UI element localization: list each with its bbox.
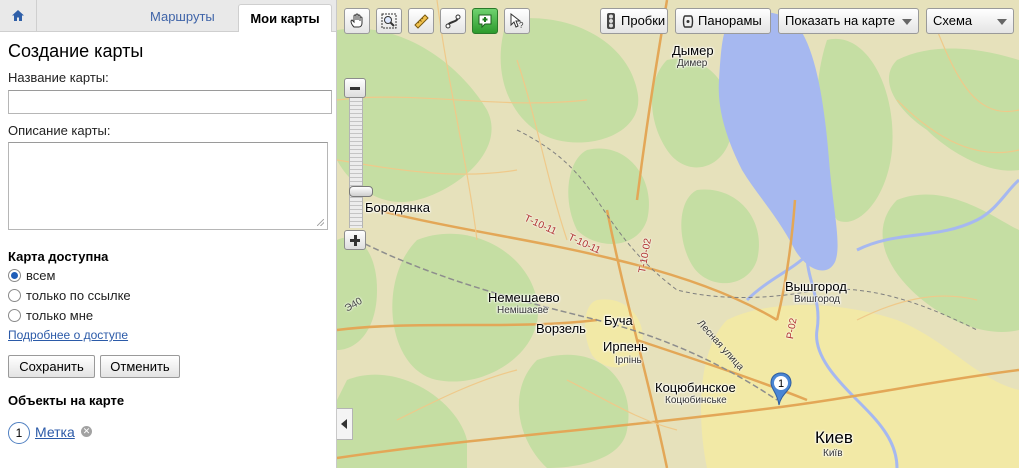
home-tab[interactable] (0, 0, 37, 31)
map-name-input[interactable] (8, 90, 332, 114)
ruler-icon (414, 14, 429, 29)
traffic-light-icon (607, 13, 615, 29)
map-description-label: Описание карты: (8, 123, 111, 138)
delete-object-icon[interactable]: ✕ (81, 426, 92, 437)
info-pointer-tool-button[interactable]: ? (504, 8, 530, 34)
tab-routes[interactable]: Маршруты (150, 9, 215, 24)
magnifier-icon (381, 13, 397, 29)
map-label-dymer: Дымер (672, 43, 714, 58)
ruler-tool-button[interactable] (408, 8, 434, 34)
map-label-kotsyubinskoe: Коцюбинское (655, 380, 736, 395)
access-radio-me[interactable] (8, 309, 21, 322)
map-label-nemeshaevo: Немешаево (488, 290, 560, 305)
zoom-area-tool-button[interactable] (376, 8, 402, 34)
access-option-me-label[interactable]: только мне (26, 308, 93, 323)
objects-title: Объекты на карте (8, 393, 125, 408)
map-label-kiev-ua: Київ (823, 448, 843, 459)
map-label-bucha: Буча (604, 313, 633, 328)
access-radio-link[interactable] (8, 289, 21, 302)
pointer-question-icon: ? (510, 13, 524, 29)
page-title: Создание карты (8, 41, 144, 61)
route-tool-button[interactable] (440, 8, 466, 34)
zoom-slider-thumb[interactable] (349, 186, 373, 197)
access-option-all-label[interactable]: всем (26, 268, 55, 283)
traffic-button[interactable]: Пробки (600, 8, 668, 34)
map-label-vorzel: Ворзель (536, 321, 586, 336)
map-label-dymer-ua: Димер (677, 58, 708, 69)
add-placemark-tool-button[interactable] (472, 8, 498, 34)
drag-tool-button[interactable] (344, 8, 370, 34)
zoom-in-button[interactable] (344, 230, 366, 250)
save-button[interactable]: Сохранить (8, 355, 95, 378)
map-label-vyshgorod-ua: Вишгород (794, 294, 841, 305)
sidebar-panel: Маршруты Мои карты Создание карты Назван… (0, 0, 337, 468)
object-number-badge: 1 (8, 422, 30, 444)
placemark-icon[interactable]: 1 (770, 372, 792, 406)
traffic-label: Пробки (621, 13, 666, 28)
map-layer-label: Схема (933, 13, 973, 28)
resize-grip-icon[interactable] (317, 219, 324, 226)
route-icon (445, 14, 461, 29)
show-on-map-label: Показать на карте (785, 13, 896, 28)
map-label-vyshgorod: Вышгород (785, 279, 847, 294)
tab-my-maps[interactable]: Мои карты (238, 4, 332, 32)
hand-icon (350, 13, 363, 28)
show-on-map-dropdown[interactable]: Показать на карте (778, 8, 919, 34)
map-label-kiev: Киев (815, 428, 853, 447)
map-label-nemeshaevo-ua: Немішаєве (497, 305, 549, 316)
placemark-add-icon (478, 14, 492, 29)
zoom-out-button[interactable] (344, 78, 366, 98)
placemark-number: 1 (778, 378, 784, 390)
chevron-down-icon (902, 19, 912, 25)
panoramas-label: Панорамы (698, 13, 762, 28)
panoramas-button[interactable]: Панорамы (675, 8, 771, 34)
map-layer-dropdown[interactable]: Схема (926, 8, 1014, 34)
cancel-button[interactable]: Отменить (100, 355, 180, 378)
svg-text:?: ? (519, 21, 524, 29)
map-label-irpen: Ирпень (603, 339, 648, 354)
access-option-link-label[interactable]: только по ссылке (26, 288, 131, 303)
map-label-kotsyubinskoe-ua: Коцюбинське (665, 395, 727, 406)
home-icon (12, 10, 24, 21)
map-name-label: Название карты: (8, 70, 109, 85)
panorama-icon (682, 15, 694, 28)
map-description-textarea[interactable] (8, 142, 328, 230)
access-radio-all[interactable] (8, 269, 21, 282)
map-label-borodyanka: Бородянка (365, 200, 430, 215)
tab-bar: Маршруты Мои карты (0, 0, 336, 32)
zoom-control[interactable] (344, 78, 373, 250)
chevron-down-icon (997, 19, 1007, 25)
zoom-slider-track[interactable] (349, 98, 373, 228)
access-title: Карта доступна (8, 249, 109, 264)
map-label-irpen-ua: Ірпінь (615, 355, 642, 366)
object-link[interactable]: Метка (35, 424, 75, 440)
map-view[interactable]: ? Пробки Панорамы Показать на карте Схем… (337, 0, 1019, 468)
access-details-link[interactable]: Подробнее о доступе (8, 328, 128, 342)
collapse-panel-button[interactable] (337, 408, 353, 440)
